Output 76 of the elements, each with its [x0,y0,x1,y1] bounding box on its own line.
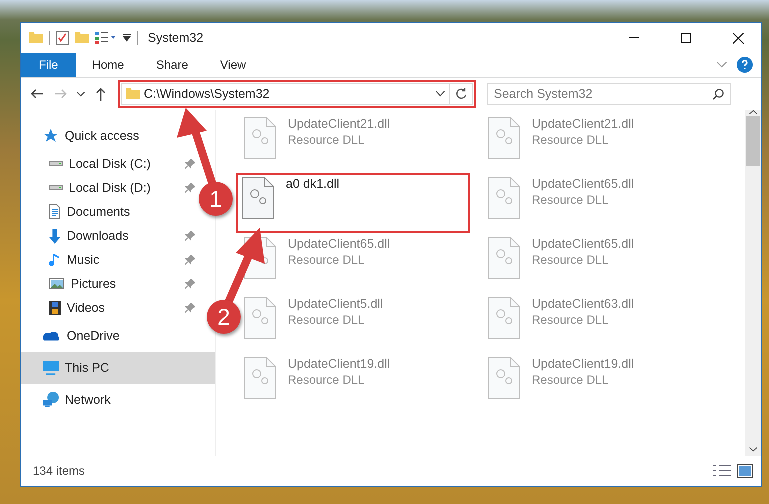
cloud-icon [43,332,61,340]
minimize-icon [629,37,639,39]
file-type: Resource DLL [288,373,366,387]
sidebar-item[interactable]: Downloads [21,224,199,248]
ribbon-tab[interactable]: File [21,53,76,77]
sidebar-item[interactable]: Local Disk (D:) [21,176,199,200]
window-title: System32 [148,31,204,45]
scrollbar[interactable] [745,110,761,456]
pin-icon [185,159,195,169]
file-type: Resource DLL [532,193,610,207]
sidebar-item[interactable]: Documents [21,200,199,224]
ribbon-tab[interactable]: Home [76,53,140,77]
star-icon [43,128,59,144]
refresh-icon[interactable] [456,88,466,100]
sidebar-item[interactable]: Quick access [21,120,215,152]
scroll-down-icon[interactable] [748,447,758,452]
scrollbar-thumb[interactable] [746,116,760,166]
right-arrow-icon [55,89,67,99]
file-name: UpdateClient21.dll [532,117,634,131]
large-icons-view-icon[interactable] [737,464,753,478]
file-name: UpdateClient21.dll [288,117,390,131]
file-type: Resource DLL [532,253,610,267]
folder-icon [126,88,140,100]
sidebar-item[interactable]: Pictures [21,272,199,296]
item-count: 134 items [33,464,86,478]
address-field[interactable]: C:\Windows\System32 [121,83,473,105]
details-view-icon[interactable] [713,465,731,477]
document-icon [49,204,61,220]
file-name: UpdateClient5.dll [288,297,384,311]
file-name: UpdateClient65.dll [532,177,634,191]
pin-icon [185,255,195,265]
sidebar-item[interactable]: This PC [21,352,215,384]
left-arrow-icon [31,89,43,99]
pin-icon [185,231,195,241]
pin-icon [185,183,195,193]
properties-icon[interactable] [95,31,117,45]
scroll-up-icon[interactable] [748,110,758,115]
file-type: Resource DLL [532,373,610,387]
sidebar-item[interactable]: Music [21,248,199,272]
file-name: UpdateClient65.dll [288,237,390,251]
pin-icon [185,279,195,289]
file-name: UpdateClient65.dll [532,237,634,251]
chevron-down-icon[interactable] [436,91,445,97]
up-arrow-icon [96,88,106,100]
down-arrow-icon [49,228,61,244]
file-name: UpdateClient19.dll [532,357,634,371]
drive-icon [49,185,63,191]
search-icon [713,89,724,100]
search-field[interactable]: Search System32 [487,83,731,105]
close-icon [732,32,744,44]
maximize-icon [681,33,691,43]
gear-file-icon[interactable] [242,177,274,219]
drive-icon [49,161,63,167]
caret-icon [77,92,85,96]
pin-icon [185,303,195,313]
file-type: Resource DLL [288,313,366,327]
file-name: UpdateClient63.dll [532,297,634,311]
file-type: Resource DLL [532,313,610,327]
checkmark-icon[interactable] [56,31,69,45]
file-type: Resource DLL [288,133,366,147]
sidebar-item[interactable]: Local Disk (C:) [21,152,199,176]
file-name: a0 dk1.dll [286,177,340,191]
ribbon-tab[interactable]: View [204,53,262,77]
film-icon [49,301,61,315]
help-icon[interactable] [737,57,753,73]
music-note-icon [49,252,61,268]
sidebar-item[interactable]: Videos [21,296,199,320]
caret-icon[interactable] [123,34,131,42]
monitor-icon [43,360,59,376]
sidebar-item[interactable]: Network [21,384,215,416]
ribbon-tab[interactable]: Share [140,53,204,77]
file-type: Resource DLL [532,133,610,147]
file-name: UpdateClient19.dll [288,357,390,371]
picture-icon [49,278,65,290]
file-type: Resource DLL [288,253,366,267]
network-icon [43,392,59,408]
